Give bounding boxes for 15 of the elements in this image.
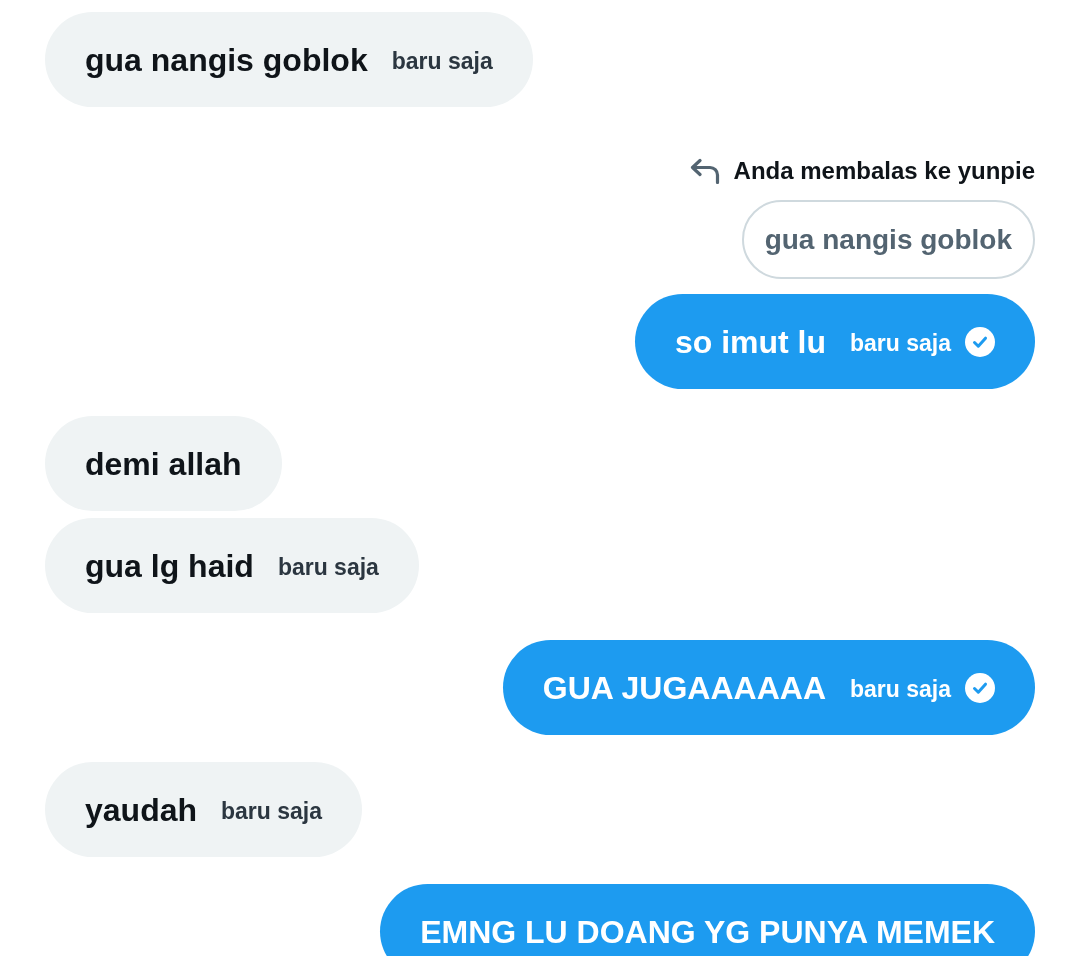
message-text: demi allah [85, 444, 242, 483]
quoted-message: gua nangis goblok [741, 200, 1035, 279]
message-text: yaudah [85, 790, 198, 829]
message-time: baru saja [391, 47, 493, 75]
message-text: gua lg haid [85, 546, 254, 585]
message-text: so imut lu [674, 322, 826, 361]
message-text: gua nangis goblok [85, 40, 368, 79]
message-time: baru saja [277, 553, 379, 581]
reply-arrow-icon [688, 158, 720, 184]
reply-label: Anda membalas ke yunpie [733, 158, 1035, 184]
message-text: EMNG LU DOANG YG PUNYA MEMEK [420, 912, 995, 951]
message-time: baru saja [221, 797, 323, 825]
message-time: baru saja [850, 329, 951, 357]
message-text: GUA JUGAAAAAA [542, 668, 826, 707]
message-time: baru saja [850, 675, 951, 703]
